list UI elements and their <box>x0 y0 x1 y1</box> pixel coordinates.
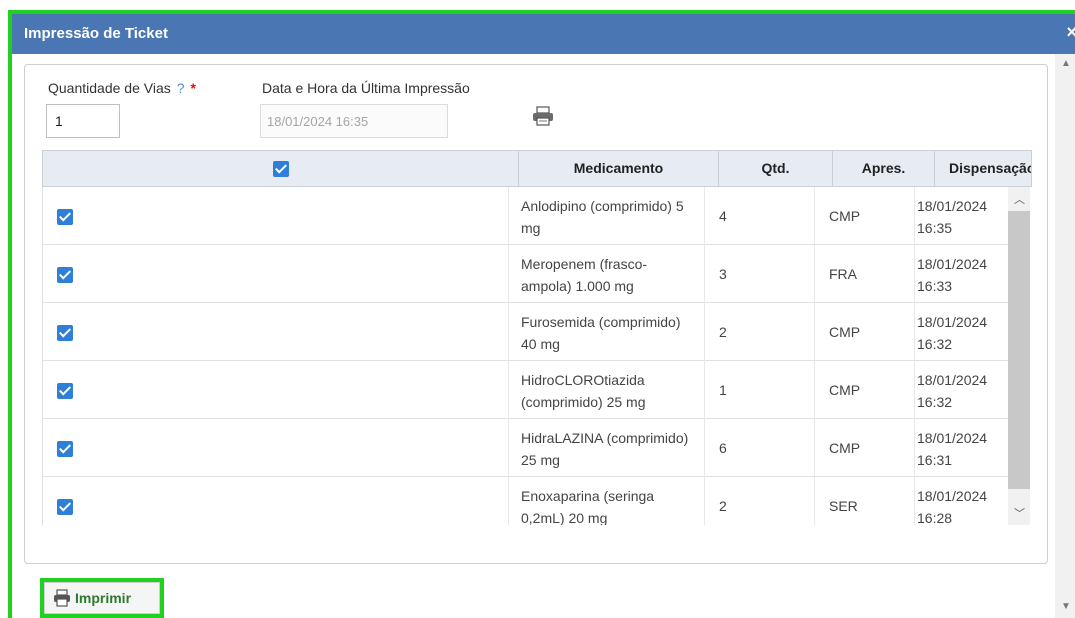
data-hora-field: 18/01/2024 16:35 <box>260 104 448 138</box>
dispensacao-cell: 18/01/2024 16:32 <box>915 303 1009 361</box>
row-select-cell[interactable] <box>43 303 509 361</box>
scrollbar-thumb[interactable] <box>1008 211 1030 489</box>
select-all-column[interactable] <box>43 151 519 186</box>
qtd-cell: 2 <box>705 477 815 525</box>
medicamento-cell: Anlodipino (comprimido) 5 mg <box>509 187 705 245</box>
table-row[interactable]: Furosemida (comprimido) 40 mg 2 CMP 18/0… <box>43 303 1009 361</box>
table-header: Medicamento Qtd. Apres. Dispensação <box>42 150 1032 187</box>
dispensacao-date: 18/01/2024 <box>917 314 988 330</box>
dialog-titlebar: Impressão de Ticket × <box>12 14 1075 54</box>
row-select-cell[interactable] <box>43 419 509 477</box>
medicamento-cell: Enoxaparina (seringa 0,2mL) 20 mg <box>509 477 705 525</box>
row-checkbox[interactable] <box>57 499 73 515</box>
table-row[interactable]: Meropenem (frasco-ampola) 1.000 mg 3 FRA… <box>43 245 1009 303</box>
dispensacao-date: 18/01/2024 <box>917 256 988 272</box>
row-checkbox[interactable] <box>57 209 73 225</box>
medicamento-cell: HidroCLOROtiazida (comprimido) 25 mg <box>509 361 705 419</box>
dispensacao-date: 18/01/2024 <box>917 430 988 446</box>
table-row[interactable]: HidroCLOROtiazida (comprimido) 25 mg 1 C… <box>43 361 1009 419</box>
apres-cell: FRA <box>815 245 915 303</box>
select-all-checkbox[interactable] <box>272 161 289 178</box>
print-button-highlight: Imprimir <box>40 578 164 618</box>
qtd-cell: 4 <box>705 187 815 245</box>
row-select-cell[interactable] <box>43 361 509 419</box>
print-button[interactable]: Imprimir <box>44 582 160 614</box>
medicamento-cell: Furosemida (comprimido) 40 mg <box>509 303 705 361</box>
scroll-down-icon[interactable]: ▼ <box>1061 601 1071 612</box>
dispensacao-time: 16:28 <box>917 510 953 525</box>
dispensacao-date: 18/01/2024 <box>917 488 988 504</box>
row-select-cell[interactable] <box>43 187 509 245</box>
apres-cell: SER <box>815 477 915 525</box>
chevron-down-icon[interactable]: ﹀ <box>1014 505 1025 521</box>
data-hora-label: Data e Hora da Última Impressão <box>262 80 470 96</box>
table-row[interactable]: Enoxaparina (seringa 0,2mL) 20 mg 2 SER … <box>43 477 1009 525</box>
table-row[interactable]: Anlodipino (comprimido) 5 mg 4 CMP 18/01… <box>43 187 1009 245</box>
dialog-title: Impressão de Ticket <box>24 25 168 42</box>
apres-cell: CMP <box>815 303 915 361</box>
dialog-scrollbar[interactable]: ▲ ▼ <box>1055 54 1075 618</box>
row-checkbox[interactable] <box>57 267 73 283</box>
dispensacao-date: 18/01/2024 <box>917 372 988 388</box>
required-icon: * <box>190 80 196 96</box>
quantidade-vias-text: Quantidade de Vias <box>48 80 171 96</box>
medicamento-cell: Meropenem (frasco-ampola) 1.000 mg <box>509 245 705 303</box>
print-button-label: Imprimir <box>75 590 132 606</box>
header-dispensacao[interactable]: Dispensação <box>935 151 1031 186</box>
header-apres[interactable]: Apres. <box>833 151 935 186</box>
medicamento-cell: HidraLAZINA (comprimido) 25 mg <box>509 419 705 477</box>
qtd-cell: 3 <box>705 245 815 303</box>
dispensacao-time: 16:31 <box>917 452 953 468</box>
chevron-up-icon[interactable]: ︿ <box>1014 191 1025 207</box>
dispensacao-time: 16:32 <box>917 336 953 352</box>
row-select-cell[interactable] <box>43 245 509 303</box>
dispensacao-time: 16:35 <box>917 220 953 236</box>
qtd-cell: 6 <box>705 419 815 477</box>
quantidade-vias-label: Quantidade de Vias? * <box>48 80 196 96</box>
dispensacao-cell: 18/01/2024 16:33 <box>915 245 1009 303</box>
row-checkbox[interactable] <box>57 441 73 457</box>
printer-icon[interactable] <box>532 106 554 126</box>
header-qtd[interactable]: Qtd. <box>719 151 833 186</box>
dispensacao-cell: 18/01/2024 16:35 <box>915 187 1009 245</box>
dispensacao-cell: 18/01/2024 16:31 <box>915 419 1009 477</box>
dispensacao-time: 16:33 <box>917 278 953 294</box>
help-icon[interactable]: ? <box>177 80 185 96</box>
dispensacao-time: 16:32 <box>917 394 953 410</box>
table-scrollbar[interactable]: ︿ ﹀ <box>1008 187 1030 525</box>
close-icon[interactable]: × <box>1066 22 1075 43</box>
table-row[interactable]: HidraLAZINA (comprimido) 25 mg 6 CMP 18/… <box>43 419 1009 477</box>
table-body: Anlodipino (comprimido) 5 mg 4 CMP 18/01… <box>42 187 1032 525</box>
quantidade-vias-input[interactable]: 1 <box>46 104 120 138</box>
qtd-cell: 1 <box>705 361 815 419</box>
row-checkbox[interactable] <box>57 325 73 341</box>
row-select-cell[interactable] <box>43 477 509 525</box>
header-medicamento[interactable]: Medicamento <box>519 151 719 186</box>
apres-cell: CMP <box>815 361 915 419</box>
qtd-cell: 2 <box>705 303 815 361</box>
printer-icon <box>54 589 70 607</box>
apres-cell: CMP <box>815 419 915 477</box>
dispensacao-cell: 18/01/2024 16:32 <box>915 361 1009 419</box>
dispensacao-cell: 18/01/2024 16:28 <box>915 477 1009 525</box>
row-checkbox[interactable] <box>57 383 73 399</box>
apres-cell: CMP <box>815 187 915 245</box>
scroll-up-icon[interactable]: ▲ <box>1061 58 1071 69</box>
dispensacao-date: 18/01/2024 <box>917 198 988 214</box>
